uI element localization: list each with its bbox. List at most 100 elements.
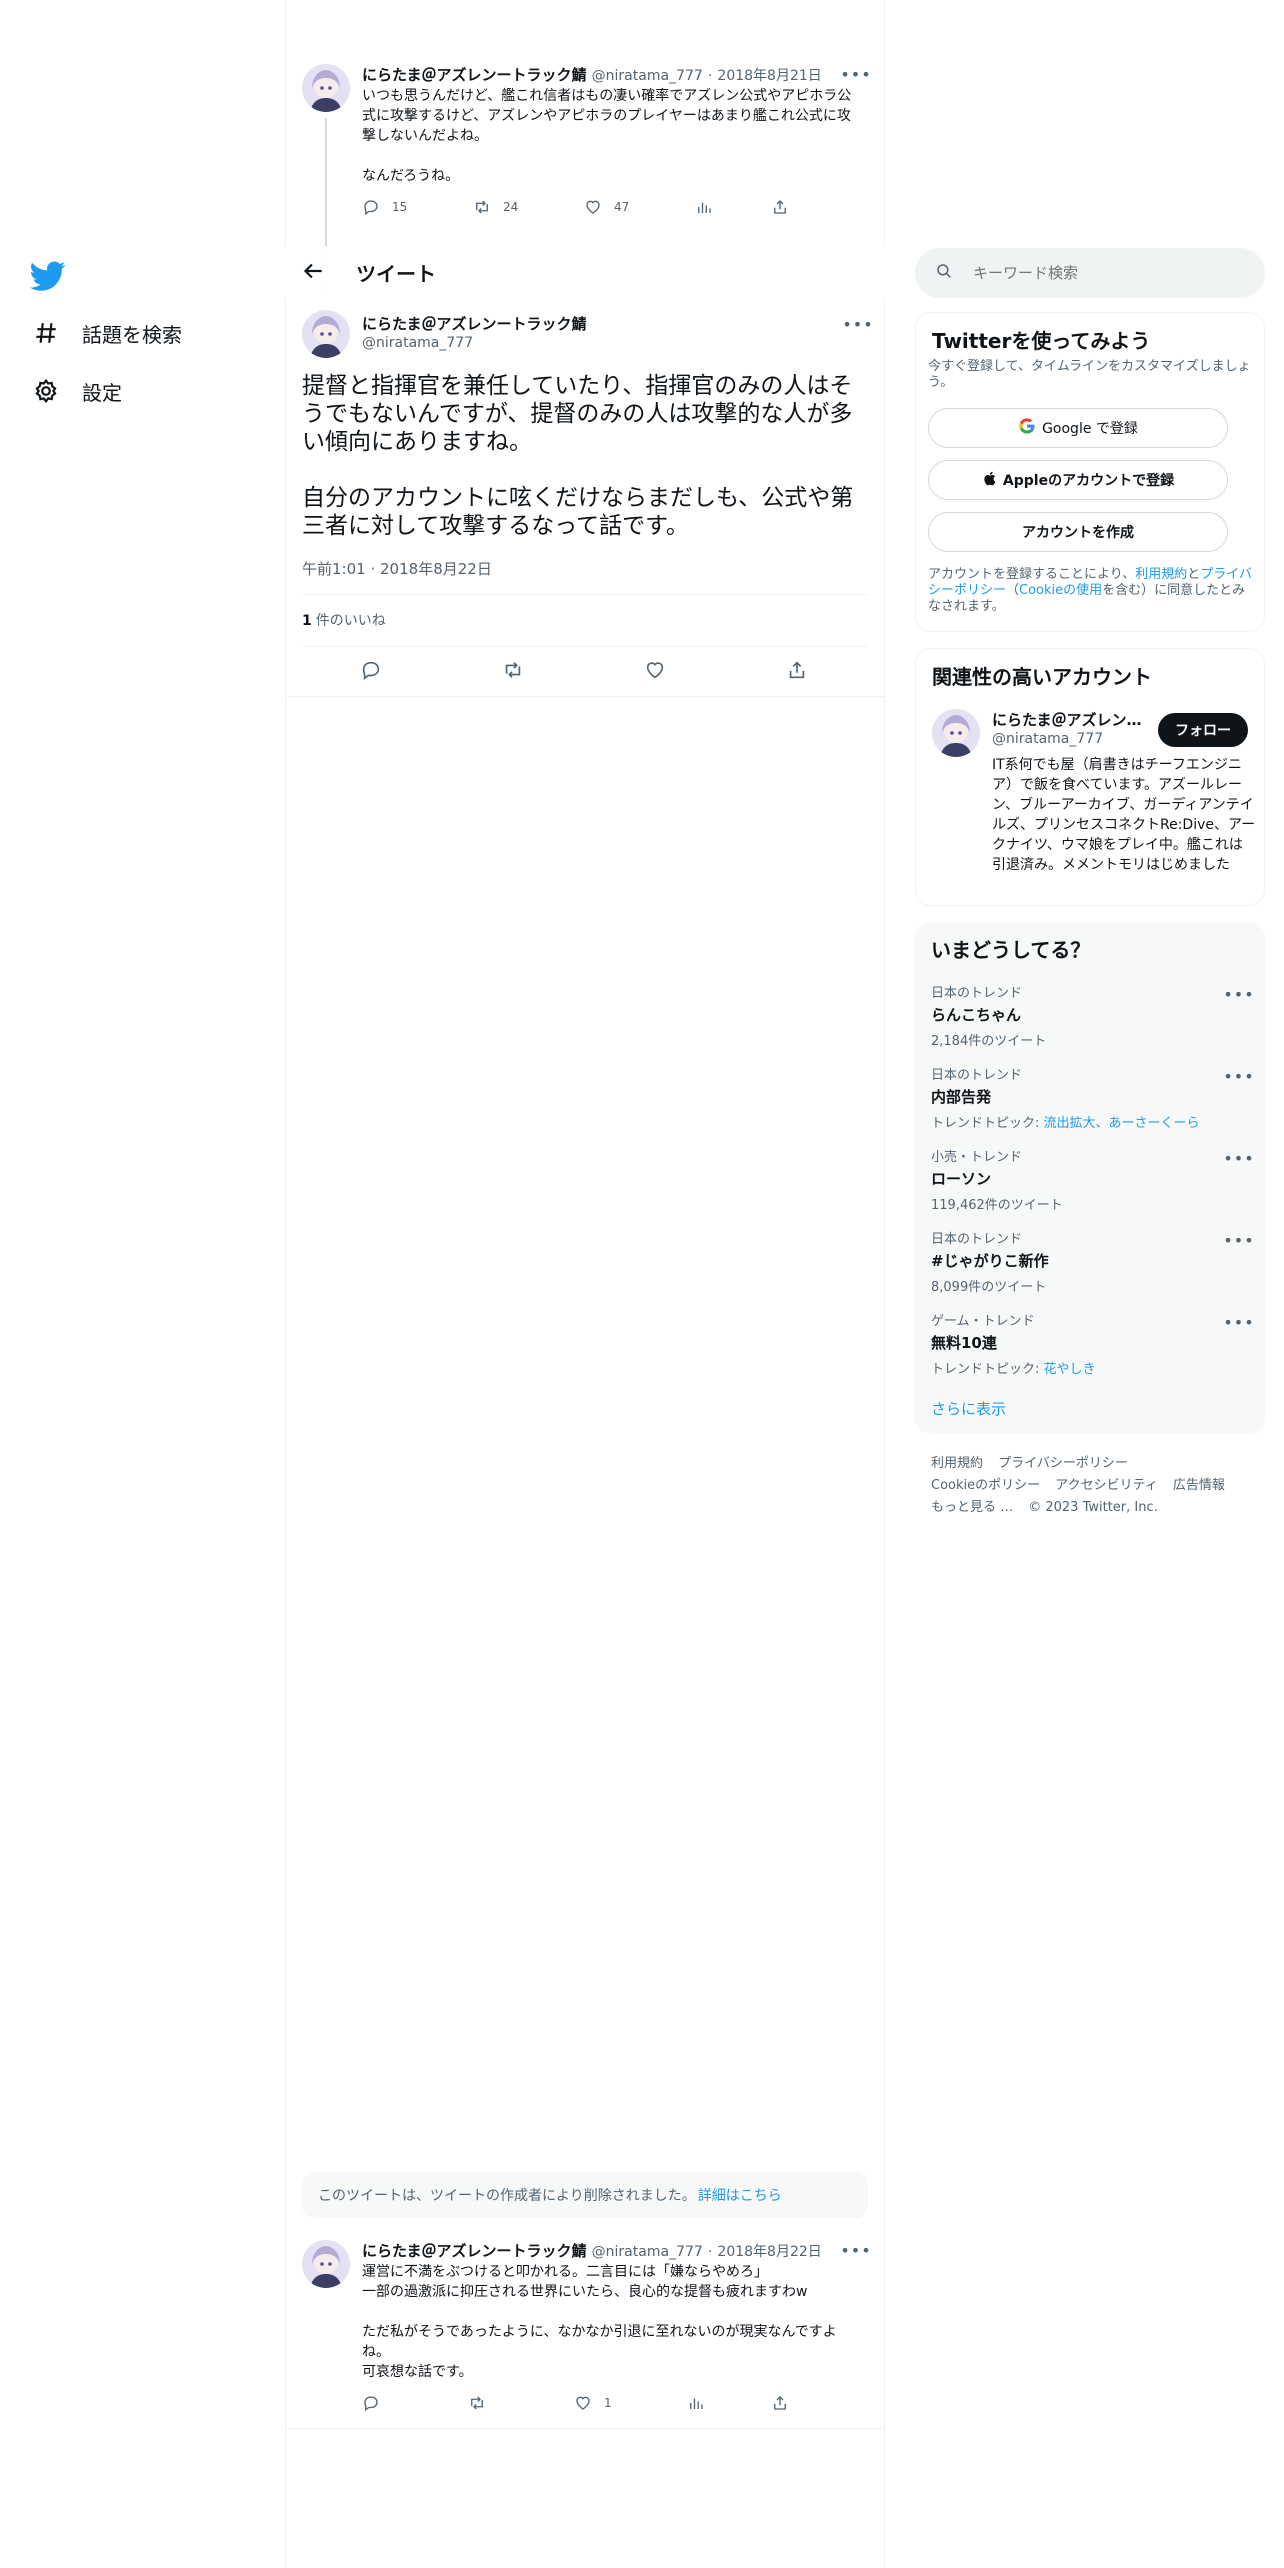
search-input[interactable] — [973, 264, 1233, 282]
share-icon — [789, 661, 805, 679]
footer-privacy-link[interactable]: プライバシーポリシー — [998, 1456, 1128, 1471]
reply-count: 15 — [392, 200, 408, 214]
more-icon[interactable]: ••• — [1223, 1064, 1253, 1088]
tweet-date[interactable]: 2018年8月21日 — [717, 68, 821, 84]
retweet-button[interactable] — [468, 2394, 498, 2412]
more-icon[interactable]: ••• — [840, 2238, 870, 2262]
likes-summary[interactable]: 1 件のいいね — [302, 610, 386, 630]
author-handle[interactable]: @niratama_777 — [592, 2244, 703, 2260]
footer-accessibility-link[interactable]: アクセシビリティ — [1055, 1478, 1158, 1493]
signup-legal: アカウントを登録することにより、利用規約とプライバシーポリシー（Cookieの使… — [928, 567, 1256, 615]
trend-name: ローソン — [931, 1170, 992, 1188]
learn-more-link[interactable]: 詳細はこちら — [698, 2185, 782, 2205]
trend-name: 無料10連 — [931, 1334, 997, 1352]
divider — [285, 2428, 885, 2429]
nav-explore-label: 話題を検索 — [82, 322, 182, 347]
separator-dot: · — [707, 68, 713, 84]
like-button[interactable]: 47 — [584, 198, 629, 216]
topic-prefix: トレンドトピック: — [931, 1362, 1044, 1377]
divider — [285, 696, 885, 697]
topic-links[interactable]: 流出拡大、あーさーくーら — [1044, 1116, 1200, 1131]
create-account-button[interactable]: アカウントを作成 — [928, 512, 1228, 552]
trend-name: 内部告発 — [931, 1088, 992, 1106]
reply-button[interactable]: 15 — [362, 198, 407, 216]
related-account-handle[interactable]: @niratama_777 — [992, 731, 1103, 747]
parent-tweet[interactable]: にらたま＠アズレンートラック鯖 @niratama_777 · 2018年8月2… — [302, 62, 871, 296]
topic-prefix: トレンドトピック: — [931, 1116, 1044, 1131]
google-signup-button[interactable]: Google で登録 — [928, 408, 1228, 448]
reply-button[interactable] — [360, 659, 382, 681]
related-account-name[interactable]: にらたま＠アズレン… — [992, 709, 1142, 730]
more-icon[interactable]: ••• — [1223, 1228, 1253, 1252]
analytics-button[interactable] — [687, 2394, 717, 2412]
main-avatar[interactable] — [302, 310, 350, 358]
author-name[interactable]: にらたま＠アズレンートラック鯖 — [362, 2242, 587, 2260]
reply-icon — [362, 661, 380, 680]
deleted-text: このツイートは、ツイートの作成者により削除されました。 — [318, 2188, 696, 2204]
retweet-button[interactable] — [502, 659, 524, 681]
topic-links[interactable]: 花やしき — [1044, 1362, 1096, 1377]
trend-item[interactable]: 日本のトレンド 内部告発 トレンドトピック: 流出拡大、あーさーくーら ••• — [931, 1064, 1254, 1132]
likes-count: 1 — [302, 613, 312, 629]
analytics-icon — [690, 2398, 703, 2409]
retweet-button[interactable]: 24 — [473, 198, 518, 216]
tweet-date[interactable]: 2018年8月22日 — [717, 2244, 821, 2260]
author-name[interactable]: にらたま＠アズレンートラック鯖 — [362, 66, 587, 84]
share-button[interactable] — [771, 2394, 801, 2412]
retweet-count: 24 — [503, 200, 519, 214]
avatar[interactable] — [302, 2240, 350, 2288]
legal-text: アカウントを登録することにより、 — [928, 567, 1136, 582]
main-author-name[interactable]: にらたま＠アズレンートラック鯖 — [362, 313, 587, 334]
apple-signup-label: Appleのアカウントで登録 — [1002, 473, 1175, 489]
trend-item[interactable]: 日本のトレンド #じゃがりこ新作 8,099件のツイート ••• — [931, 1228, 1254, 1296]
twitter-logo-icon[interactable] — [29, 258, 66, 294]
nav-settings[interactable]: 設定 — [32, 371, 122, 411]
author-handle[interactable]: @niratama_777 — [592, 68, 703, 84]
back-arrow-icon[interactable] — [300, 258, 328, 286]
analytics-button[interactable] — [695, 198, 725, 216]
trend-context: 日本のトレンド — [931, 1068, 1023, 1083]
main-author-handle[interactable]: @niratama_777 — [362, 335, 473, 351]
show-more-link[interactable]: さらに表示 — [931, 1398, 1006, 1419]
avatar[interactable] — [932, 709, 980, 757]
trend-item[interactable]: 小売・トレンド ローソン 119,462件のツイート ••• — [931, 1146, 1254, 1214]
footer-more-link[interactable]: もっと見る … — [931, 1500, 1013, 1515]
google-signup-label: Google で登録 — [1042, 421, 1138, 437]
reply-tweet[interactable]: にらたま＠アズレンートラック鯖 @niratama_777 · 2018年8月2… — [302, 2238, 871, 2420]
search-box[interactable] — [915, 248, 1265, 298]
reply-icon — [364, 200, 378, 216]
like-button[interactable] — [644, 659, 666, 681]
tweet-timestamp[interactable]: 午前1:01 · 2018年8月22日 — [302, 558, 492, 579]
cookie-link[interactable]: Cookieの使用 — [1019, 583, 1102, 598]
tweet-time: 午前1:01 — [302, 560, 366, 578]
related-account-bio: IT系何でも屋（肩書きはチーフエンジニア）で飯を食べています。アズールレーン、ブ… — [992, 757, 1256, 873]
apple-icon — [982, 470, 999, 491]
more-icon[interactable]: ••• — [842, 312, 872, 336]
avatar[interactable] — [302, 64, 350, 112]
apple-signup-button[interactable]: Appleのアカウントで登録 — [928, 460, 1228, 500]
more-icon[interactable]: ••• — [1223, 1310, 1253, 1334]
deleted-tweet-notice: このツイートは、ツイートの作成者により削除されました。 詳細はこちら — [302, 2172, 868, 2218]
share-button[interactable] — [771, 198, 801, 216]
more-icon[interactable]: ••• — [1223, 1146, 1253, 1170]
tweet-date: 2018年8月22日 — [380, 560, 492, 578]
more-icon[interactable]: ••• — [840, 62, 870, 86]
footer-terms-link[interactable]: 利用規約 — [931, 1456, 983, 1471]
footer-ads-link[interactable]: 広告情報 — [1173, 1478, 1225, 1493]
related-accounts-card: 関連性の高いアカウント にらたま＠アズレン… @niratama_777 フォロ… — [915, 648, 1265, 906]
footer-cookie-link[interactable]: Cookieのポリシー — [931, 1478, 1040, 1493]
trend-context: 日本のトレンド — [931, 1232, 1023, 1247]
heart-icon — [586, 200, 600, 214]
trend-item[interactable]: 日本のトレンド らんこちゃん 2,184件のツイート ••• — [931, 982, 1254, 1050]
tweet-text: 運営に不満をぶつけると叩かれる。二言目には「嫌ならやめろ」 一部の過激派に抑圧さ… — [362, 2264, 837, 2380]
more-icon[interactable]: ••• — [1223, 982, 1253, 1006]
legal-and: と — [1187, 567, 1201, 582]
trend-topics: トレンドトピック: 流出拡大、あーさーくーら — [931, 1112, 1251, 1131]
reply-button[interactable] — [362, 2394, 392, 2412]
nav-explore[interactable]: 話題を検索 — [32, 313, 182, 353]
follow-button[interactable]: フォロー — [1158, 713, 1248, 747]
like-button[interactable]: 1 — [574, 2394, 612, 2412]
trend-item[interactable]: ゲーム・トレンド 無料10連 トレンドトピック: 花やしき ••• — [931, 1310, 1254, 1378]
terms-link[interactable]: 利用規約 — [1135, 567, 1187, 582]
share-button[interactable] — [786, 659, 808, 681]
